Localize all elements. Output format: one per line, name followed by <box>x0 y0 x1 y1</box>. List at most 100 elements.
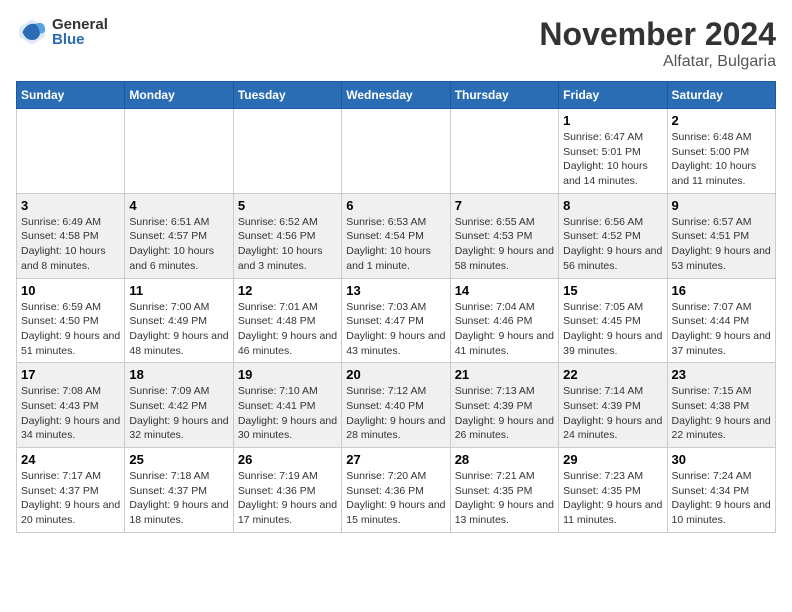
day-info: Sunrise: 7:08 AMSunset: 4:43 PMDaylight:… <box>21 384 120 443</box>
calendar-table: SundayMondayTuesdayWednesdayThursdayFrid… <box>16 81 776 533</box>
calendar-cell: 14Sunrise: 7:04 AMSunset: 4:46 PMDayligh… <box>450 278 558 363</box>
day-number: 10 <box>21 283 120 298</box>
day-number: 4 <box>129 198 228 213</box>
calendar-cell: 18 Sunrise: 7:09 AMSunset: 4:42 PMDayligh… <box>125 363 233 448</box>
day-number: 11 <box>129 283 228 298</box>
day-info: Sunrise: 6:47 AMSunset: 5:01 PMDaylight:… <box>563 130 662 189</box>
day-number: 25 <box>129 452 228 467</box>
day-number: 26 <box>238 452 337 467</box>
day-number: 29 <box>563 452 662 467</box>
day-info: Sunrise: 6:55 AMSunset: 4:53 PMDaylight:… <box>455 215 554 274</box>
day-info: Sunrise: 7:14 AMSunset: 4:39 PMDaylight:… <box>563 384 662 443</box>
day-info: Sunrise: 7:09 AMSunset: 4:42 PMDaylight:… <box>129 384 228 443</box>
calendar-cell: 7 Sunrise: 6:55 AMSunset: 4:53 PMDaylight… <box>450 193 558 278</box>
day-info: Sunrise: 7:00 AMSunset: 4:49 PMDaylight:… <box>129 300 228 359</box>
day-info: Sunrise: 7:17 AMSunset: 4:37 PMDaylight:… <box>21 469 120 528</box>
day-info: Sunrise: 6:48 AMSunset: 5:00 PMDaylight:… <box>672 130 771 189</box>
day-number: 27 <box>346 452 445 467</box>
logo-general: General <box>52 17 108 32</box>
calendar-cell: 3Sunrise: 6:49 AMSunset: 4:58 PMDaylight… <box>17 193 125 278</box>
day-number: 30 <box>672 452 771 467</box>
day-number: 17 <box>21 367 120 382</box>
day-info: Sunrise: 7:03 AMSunset: 4:47 PMDaylight:… <box>346 300 445 359</box>
day-info: Sunrise: 6:59 AMSunset: 4:50 PMDaylight:… <box>21 300 120 359</box>
day-number: 18 <box>129 367 228 382</box>
calendar-cell: 13 Sunrise: 7:03 AMSunset: 4:47 PMDayligh… <box>342 278 450 363</box>
calendar-cell: 11 Sunrise: 7:00 AMSunset: 4:49 PMDayligh… <box>125 278 233 363</box>
day-info: Sunrise: 6:51 AMSunset: 4:57 PMDaylight:… <box>129 215 228 274</box>
weekday-header-row: SundayMondayTuesdayWednesdayThursdayFrid… <box>17 82 776 109</box>
day-info: Sunrise: 6:53 AMSunset: 4:54 PMDaylight:… <box>346 215 445 274</box>
calendar-cell: 30 Sunrise: 7:24 AMSunset: 4:34 PMDayligh… <box>667 448 775 533</box>
calendar-cell <box>125 109 233 194</box>
day-number: 15 <box>563 283 662 298</box>
calendar-cell: 20 Sunrise: 7:12 AMSunset: 4:40 PMDayligh… <box>342 363 450 448</box>
day-number: 2 <box>672 113 771 128</box>
day-info: Sunrise: 7:24 AMSunset: 4:34 PMDaylight:… <box>672 469 771 528</box>
day-number: 22 <box>563 367 662 382</box>
day-number: 20 <box>346 367 445 382</box>
calendar-cell: 17 Sunrise: 7:08 AMSunset: 4:43 PMDayligh… <box>17 363 125 448</box>
calendar-week-2: 10 Sunrise: 6:59 AMSunset: 4:50 PMDayligh… <box>17 278 776 363</box>
logo-blue: Blue <box>52 32 108 47</box>
calendar-cell: 29 Sunrise: 7:23 AMSunset: 4:35 PMDayligh… <box>559 448 667 533</box>
day-info: Sunrise: 6:56 AMSunset: 4:52 PMDaylight:… <box>563 215 662 274</box>
calendar-week-3: 17 Sunrise: 7:08 AMSunset: 4:43 PMDayligh… <box>17 363 776 448</box>
day-info: Sunrise: 7:15 AMSunset: 4:38 PMDaylight:… <box>672 384 771 443</box>
weekday-header-thursday: Thursday <box>450 82 558 109</box>
weekday-header-tuesday: Tuesday <box>233 82 341 109</box>
calendar-cell: 27 Sunrise: 7:20 AMSunset: 4:36 PMDayligh… <box>342 448 450 533</box>
calendar-cell: 2 Sunrise: 6:48 AMSunset: 5:00 PMDaylight… <box>667 109 775 194</box>
calendar-cell: 1 Sunrise: 6:47 AMSunset: 5:01 PMDaylight… <box>559 109 667 194</box>
calendar-week-1: 3Sunrise: 6:49 AMSunset: 4:58 PMDaylight… <box>17 193 776 278</box>
weekday-header-sunday: Sunday <box>17 82 125 109</box>
calendar-cell: 10 Sunrise: 6:59 AMSunset: 4:50 PMDayligh… <box>17 278 125 363</box>
day-number: 8 <box>563 198 662 213</box>
day-info: Sunrise: 7:05 AMSunset: 4:45 PMDaylight:… <box>563 300 662 359</box>
day-info: Sunrise: 7:13 AMSunset: 4:39 PMDaylight:… <box>455 384 554 443</box>
calendar-cell: 5Sunrise: 6:52 AMSunset: 4:56 PMDaylight… <box>233 193 341 278</box>
month-title: November 2024 <box>539 16 776 53</box>
logo: General Blue <box>16 16 108 48</box>
day-number: 24 <box>21 452 120 467</box>
day-info: Sunrise: 7:18 AMSunset: 4:37 PMDaylight:… <box>129 469 228 528</box>
calendar-cell: 26Sunrise: 7:19 AMSunset: 4:36 PMDayligh… <box>233 448 341 533</box>
calendar-cell: 25 Sunrise: 7:18 AMSunset: 4:37 PMDayligh… <box>125 448 233 533</box>
calendar-cell: 22 Sunrise: 7:14 AMSunset: 4:39 PMDayligh… <box>559 363 667 448</box>
title-block: November 2024 Alfatar, Bulgaria <box>539 16 776 71</box>
logo-text: General Blue <box>52 17 108 47</box>
weekday-header-friday: Friday <box>559 82 667 109</box>
day-info: Sunrise: 7:23 AMSunset: 4:35 PMDaylight:… <box>563 469 662 528</box>
calendar-cell: 6 Sunrise: 6:53 AMSunset: 4:54 PMDaylight… <box>342 193 450 278</box>
day-number: 12 <box>238 283 337 298</box>
day-number: 19 <box>238 367 337 382</box>
calendar-cell: 19Sunrise: 7:10 AMSunset: 4:41 PMDayligh… <box>233 363 341 448</box>
day-number: 7 <box>455 198 554 213</box>
calendar-cell: 23 Sunrise: 7:15 AMSunset: 4:38 PMDayligh… <box>667 363 775 448</box>
calendar-cell: 9 Sunrise: 6:57 AMSunset: 4:51 PMDaylight… <box>667 193 775 278</box>
day-info: Sunrise: 6:57 AMSunset: 4:51 PMDaylight:… <box>672 215 771 274</box>
day-info: Sunrise: 7:20 AMSunset: 4:36 PMDaylight:… <box>346 469 445 528</box>
day-info: Sunrise: 6:52 AMSunset: 4:56 PMDaylight:… <box>238 215 337 274</box>
calendar-cell: 8 Sunrise: 6:56 AMSunset: 4:52 PMDaylight… <box>559 193 667 278</box>
day-number: 9 <box>672 198 771 213</box>
location-title: Alfatar, Bulgaria <box>539 53 776 71</box>
day-number: 13 <box>346 283 445 298</box>
calendar-cell <box>233 109 341 194</box>
day-number: 23 <box>672 367 771 382</box>
day-info: Sunrise: 7:12 AMSunset: 4:40 PMDaylight:… <box>346 384 445 443</box>
day-info: Sunrise: 7:07 AMSunset: 4:44 PMDaylight:… <box>672 300 771 359</box>
calendar-week-4: 24 Sunrise: 7:17 AMSunset: 4:37 PMDayligh… <box>17 448 776 533</box>
day-info: Sunrise: 7:04 AMSunset: 4:46 PMDaylight:… <box>455 300 554 359</box>
calendar-cell <box>17 109 125 194</box>
calendar-cell: 24 Sunrise: 7:17 AMSunset: 4:37 PMDayligh… <box>17 448 125 533</box>
day-number: 3 <box>21 198 120 213</box>
day-number: 1 <box>563 113 662 128</box>
calendar-cell: 4 Sunrise: 6:51 AMSunset: 4:57 PMDaylight… <box>125 193 233 278</box>
day-number: 6 <box>346 198 445 213</box>
weekday-header-saturday: Saturday <box>667 82 775 109</box>
day-number: 16 <box>672 283 771 298</box>
day-number: 28 <box>455 452 554 467</box>
calendar-cell: 21Sunrise: 7:13 AMSunset: 4:39 PMDayligh… <box>450 363 558 448</box>
calendar-cell: 15 Sunrise: 7:05 AMSunset: 4:45 PMDayligh… <box>559 278 667 363</box>
